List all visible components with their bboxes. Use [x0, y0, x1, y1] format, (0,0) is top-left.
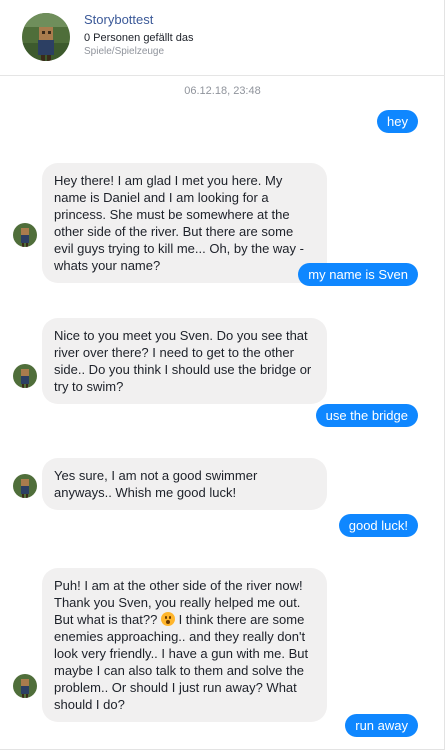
user-message-bubble[interactable]: my name is Sven — [298, 263, 418, 286]
bot-message-bubble[interactable]: Puh! I am at the other side of the river… — [42, 568, 327, 722]
bot-message-bubble[interactable]: Nice to you meet you Sven. Do you see th… — [42, 318, 327, 404]
user-message-bubble[interactable]: good luck! — [338, 514, 418, 537]
bot-message-bubble[interactable]: Hey there! I am glad I met you here. My … — [42, 163, 327, 283]
bot-avatar — [13, 223, 37, 247]
bot-avatar — [13, 674, 37, 698]
page-avatar[interactable] — [22, 13, 70, 61]
page-name[interactable]: Storybottest — [84, 12, 153, 27]
chat-header: Storybottest 0 Personen gefällt das Spie… — [0, 0, 445, 76]
page-likes: 0 Personen gefällt das — [84, 32, 194, 44]
bot-avatar-image — [13, 674, 37, 698]
bot-avatar-image — [13, 474, 37, 498]
user-message-bubble[interactable]: run away — [345, 714, 418, 737]
user-message-bubble[interactable]: use the bridge — [315, 404, 418, 427]
bot-message-bubble[interactable]: Yes sure, I am not a good swimmer anyway… — [42, 458, 327, 510]
avatar-image — [22, 13, 70, 61]
user-message-bubble[interactable]: hey — [377, 110, 418, 133]
astonished-face-icon — [160, 612, 175, 626]
page-category: Spiele/Spielzeuge — [84, 46, 165, 57]
bot-avatar — [13, 364, 37, 388]
conversation-timestamp: 06.12.18, 23:48 — [184, 85, 261, 97]
bot-avatar-image — [13, 223, 37, 247]
message-text: I think there are some enemies approachi… — [54, 612, 309, 712]
bot-avatar-image — [13, 364, 37, 388]
bot-avatar — [13, 474, 37, 498]
messenger-window: Storybottest 0 Personen gefällt das Spie… — [0, 0, 445, 750]
